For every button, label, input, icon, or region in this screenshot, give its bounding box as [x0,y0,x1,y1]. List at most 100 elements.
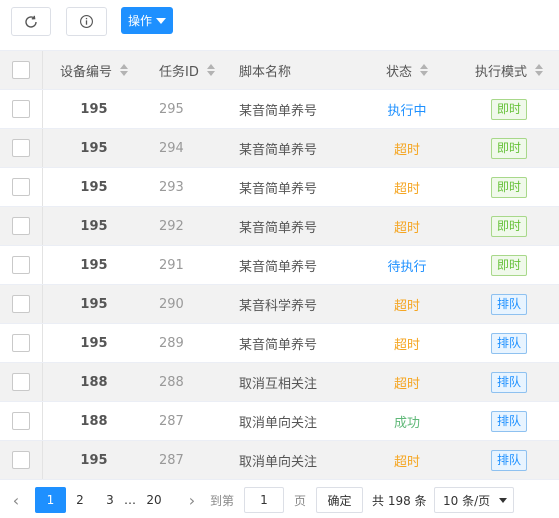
table-row[interactable]: 195 292 某音简单养号 超时 即时 [0,207,559,246]
table-row[interactable]: 195 294 某音简单养号 超时 即时 [0,129,559,168]
script-name: 某音简单养号 [239,142,318,158]
row-checkbox[interactable] [12,100,30,118]
status-text: 超时 [393,142,420,158]
script-name: 取消互相关注 [239,376,318,392]
page-size-value: 10 条/页 [443,493,491,508]
script-name: 某音简单养号 [239,337,318,353]
row-checkbox[interactable] [12,217,30,235]
row-checkbox[interactable] [12,295,30,313]
row-checkbox[interactable] [12,334,30,352]
table-row[interactable]: 195 289 某音简单养号 超时 排队 [0,324,559,363]
task-id: 292 [159,218,184,234]
prev-page-icon[interactable]: ‹ [9,487,23,513]
header-task[interactable]: 任务ID [145,51,225,89]
table-row[interactable]: 188 288 取消互相关注 超时 排队 [0,363,559,402]
script-name: 某音简单养号 [239,103,318,119]
script-name: 取消单向关注 [239,415,318,431]
task-id: 291 [159,257,184,273]
refresh-button[interactable] [11,7,51,36]
table-header: 设备编号 任务ID 脚本名称 状态 执行模式 [0,50,559,90]
task-id: 290 [159,296,184,312]
script-name: 某音简单养号 [239,181,318,197]
device-id: 188 [80,413,108,429]
table-row[interactable]: 195 295 某音简单养号 执行中 即时 [0,90,559,129]
status-text: 成功 [393,415,420,431]
mode-badge: 排队 [490,449,527,471]
info-icon [80,15,93,28]
device-id: 195 [80,296,108,312]
row-checkbox[interactable] [12,451,30,469]
info-button[interactable] [66,7,107,36]
row-checkbox[interactable] [12,178,30,196]
task-id: 295 [159,101,184,117]
mode-badge: 即时 [490,254,527,276]
mode-badge: 排队 [490,332,527,354]
script-name: 某音简单养号 [239,220,318,236]
goto-confirm-button[interactable]: 确定 [316,487,363,513]
page-unit-label: 页 [294,493,307,508]
row-checkbox[interactable] [12,256,30,274]
device-id: 195 [80,452,108,468]
caret-down-icon [156,17,166,24]
sort-icon[interactable] [206,64,215,76]
task-id: 293 [159,179,184,195]
sort-icon[interactable] [120,64,128,76]
status-text: 超时 [393,298,420,314]
page-2[interactable]: 2 [66,487,94,513]
goto-label: 到第 [210,493,235,508]
script-name: 取消单向关注 [239,454,318,470]
row-checkbox[interactable] [12,139,30,157]
mode-badge: 排队 [490,371,527,393]
total-count: 共 198 条 [372,493,427,508]
sort-icon[interactable] [535,64,543,76]
table-row[interactable]: 195 287 取消单向关注 超时 排队 [0,441,559,480]
page-last[interactable]: 20 [140,487,168,513]
row-checkbox[interactable] [12,373,30,391]
sort-icon[interactable] [420,64,428,76]
header-status[interactable]: 状态 [355,51,459,89]
device-id: 195 [80,101,108,117]
mode-badge: 即时 [490,137,527,159]
mode-badge: 即时 [490,176,527,198]
task-id: 289 [159,335,184,351]
status-text: 超时 [393,337,420,353]
toolbar: 操作 [0,0,559,50]
page-size-select[interactable]: 10 条/页 [434,487,514,513]
device-id: 195 [80,179,108,195]
status-text: 超时 [393,454,420,470]
device-id: 195 [80,218,108,234]
goto-page-input[interactable]: 1 [244,487,284,513]
task-id: 294 [159,140,184,156]
action-label: 操作 [127,14,152,28]
status-text: 超时 [393,181,420,197]
script-name: 某音简单养号 [239,259,318,275]
header-mode[interactable]: 执行模式 [459,51,559,89]
table-row[interactable]: 188 287 取消单向关注 成功 排队 [0,402,559,441]
device-id: 195 [80,140,108,156]
row-checkbox[interactable] [12,412,30,430]
mode-badge: 即时 [490,98,527,120]
header-device[interactable]: 设备编号 [45,51,143,89]
page-1[interactable]: 1 [35,487,66,513]
mode-badge: 排队 [490,293,527,315]
mode-badge: 即时 [490,215,527,237]
device-id: 195 [80,257,108,273]
device-id: 195 [80,335,108,351]
table-row[interactable]: 195 290 某音科学养号 超时 排队 [0,285,559,324]
action-dropdown-button[interactable]: 操作 [121,7,173,34]
status-text: 执行中 [387,103,427,119]
header-script: 脚本名称 [239,64,292,80]
status-text: 超时 [393,376,420,392]
task-id: 287 [159,413,184,429]
task-id: 288 [159,374,184,390]
chevron-down-icon [499,497,507,503]
next-page-icon[interactable]: › [185,487,199,513]
select-all-checkbox[interactable] [12,61,30,79]
device-id: 188 [80,374,108,390]
status-text: 超时 [393,220,420,236]
table-row[interactable]: 195 293 某音简单养号 超时 即时 [0,168,559,207]
script-name: 某音科学养号 [239,298,318,314]
mode-badge: 排队 [490,410,527,432]
task-id: 287 [159,452,184,468]
table-row[interactable]: 195 291 某音简单养号 待执行 即时 [0,246,559,285]
